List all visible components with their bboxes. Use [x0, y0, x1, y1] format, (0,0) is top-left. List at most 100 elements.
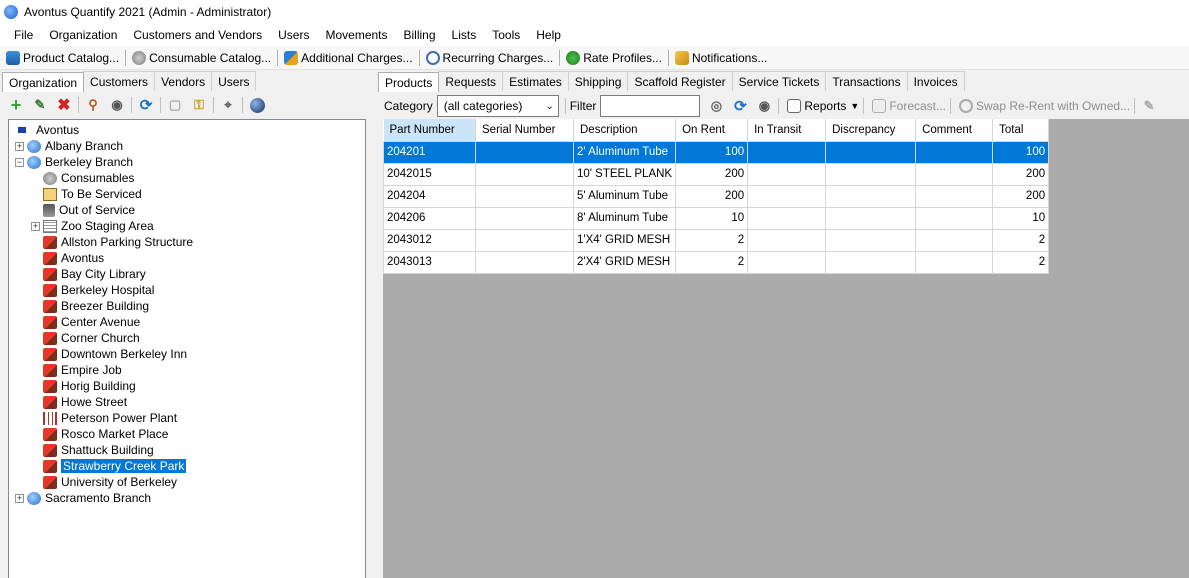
tree-item[interactable]: Howe Street [43, 394, 127, 410]
reports-button[interactable]: Reports ▼ [783, 99, 863, 113]
tree-item-selected[interactable]: Strawberry Creek Park [43, 458, 187, 474]
filter-input[interactable] [600, 95, 701, 117]
column-header-description[interactable]: Description [573, 119, 677, 142]
forecast-button[interactable]: Forecast... [868, 99, 950, 113]
tree-item[interactable]: Rosco Market Place [43, 426, 168, 442]
tab-users[interactable]: Users [211, 71, 257, 91]
product-catalog-button[interactable]: Product Catalog... [2, 50, 123, 65]
tree-item[interactable]: Avontus [43, 250, 104, 266]
recurring-charges-button[interactable]: Recurring Charges... [422, 50, 558, 65]
column-header-in-transit[interactable]: In Transit [747, 119, 827, 142]
tree-item-sacramento-branch[interactable]: + Sacramento Branch [15, 490, 151, 506]
rate-profiles-button[interactable]: Rate Profiles... [562, 50, 666, 65]
jobsite-icon [43, 331, 57, 345]
search-options-icon[interactable]: ◎ [706, 97, 726, 115]
jobsite-icon [43, 363, 57, 377]
notes-icon[interactable]: ▢ [165, 96, 185, 114]
table-row-selected[interactable]: 204201 2' Aluminum Tube 100 100 [383, 140, 1050, 164]
tree-item[interactable]: University of Berkeley [43, 474, 177, 490]
tab-organization[interactable]: Organization [2, 72, 85, 92]
tree-item[interactable]: Shattuck Building [43, 442, 154, 458]
column-header-comment[interactable]: Comment [915, 119, 994, 142]
jobsite-icon [43, 443, 57, 457]
tree-item[interactable]: Bay City Library [43, 266, 146, 282]
tree-item[interactable]: To Be Serviced [43, 186, 142, 202]
consumable-catalog-button[interactable]: Consumable Catalog... [128, 50, 275, 65]
refresh-icon[interactable]: ⟳ [730, 97, 750, 115]
tab-shipping[interactable]: Shipping [567, 71, 629, 91]
expand-icon[interactable]: + [15, 493, 24, 503]
menu-help[interactable]: Help [528, 28, 569, 42]
column-header-on-rent[interactable]: On Rent [675, 119, 749, 142]
key-icon[interactable]: ⚿ [189, 96, 209, 114]
tab-scaffold-register[interactable]: Scaffold Register [627, 71, 733, 91]
table-row[interactable]: 2043012 1'X4' GRID MESH 2 2 [383, 228, 1050, 252]
tab-transactions[interactable]: Transactions [825, 71, 908, 91]
tab-invoices[interactable]: Invoices [906, 71, 965, 91]
cell-on-rent: 10 [675, 206, 749, 230]
table-row[interactable]: 2042015 10' STEEL PLANK 200 200 [383, 162, 1050, 186]
tree-item[interactable]: Berkeley Hospital [43, 282, 154, 298]
tree-item[interactable]: + Zoo Staging Area [31, 218, 154, 234]
dropdown-arrow-icon: ▼ [850, 101, 860, 111]
swap-rerent-button[interactable]: Swap Re-Rent with Owned... [955, 99, 1134, 113]
tree-item[interactable]: Center Avenue [43, 314, 140, 330]
expand-icon[interactable]: + [31, 221, 40, 231]
tree-item[interactable]: Empire Job [43, 362, 122, 378]
organization-tree[interactable]: Avontus + Albany Branch − Berkeley Branch … [8, 119, 366, 578]
tree-item[interactable]: Horig Building [43, 378, 136, 394]
tab-products[interactable]: Products [378, 72, 440, 92]
tree-item[interactable]: Breezer Building [43, 298, 149, 314]
menu-tools[interactable]: Tools [484, 28, 528, 42]
table-row[interactable]: 204204 5' Aluminum Tube 200 200 [383, 184, 1050, 208]
expand-icon[interactable]: + [15, 141, 24, 151]
notifications-button[interactable]: Notifications... [671, 50, 771, 65]
table-row[interactable]: 204206 8' Aluminum Tube 10 10 [383, 206, 1050, 230]
menu-file[interactable]: File [6, 28, 41, 42]
edit-icon[interactable]: ✎ [30, 96, 50, 114]
tree-item[interactable]: Out of Service [43, 202, 135, 218]
tree-item[interactable]: Consumables [43, 170, 134, 186]
tree-item-berkeley-branch[interactable]: − Berkeley Branch [15, 154, 133, 170]
tree-item[interactable]: Corner Church [43, 330, 140, 346]
tab-estimates[interactable]: Estimates [502, 71, 569, 91]
delete-icon[interactable]: ✖ [54, 96, 74, 114]
column-header-serial-number[interactable]: Serial Number [475, 119, 574, 142]
view-icon[interactable]: ◉ [754, 97, 774, 115]
column-header-part-number[interactable]: Part Number [383, 119, 476, 142]
find-icon[interactable]: ⚲ [83, 96, 103, 114]
jobsite-icon [43, 475, 57, 489]
menu-organization[interactable]: Organization [41, 28, 125, 42]
collapse-icon[interactable]: − [15, 157, 24, 167]
add-icon[interactable]: + [6, 95, 26, 115]
location-icon[interactable]: ⌖ [218, 96, 238, 114]
menu-movements[interactable]: Movements [317, 28, 395, 42]
tab-customers[interactable]: Customers [83, 71, 156, 91]
column-header-total[interactable]: Total [992, 119, 1050, 142]
tree-item-albany-branch[interactable]: + Albany Branch [15, 138, 123, 154]
refresh-icon[interactable]: ⟳ [136, 96, 156, 114]
toolbar-separator [778, 98, 780, 114]
tree-item[interactable]: Allston Parking Structure [43, 234, 193, 250]
menu-customers-vendors[interactable]: Customers and Vendors [125, 28, 270, 42]
chevron-down-icon: ⌄ [545, 100, 554, 112]
table-row[interactable]: 2043013 2'X4' GRID MESH 2 2 [383, 250, 1050, 274]
globe-icon[interactable] [247, 96, 267, 114]
tab-service-tickets[interactable]: Service Tickets [731, 71, 827, 91]
cell-serial-number [475, 228, 574, 252]
tab-requests[interactable]: Requests [438, 71, 504, 91]
view-icon[interactable]: ◉ [107, 96, 127, 114]
menu-billing[interactable]: Billing [396, 28, 444, 42]
edit-note-icon[interactable]: ✎ [1139, 97, 1159, 115]
menu-users[interactable]: Users [270, 28, 317, 42]
column-header-discrepancy[interactable]: Discrepancy [825, 119, 917, 142]
jobsite-icon [43, 347, 57, 361]
additional-charges-button[interactable]: Additional Charges... [280, 50, 416, 65]
menu-lists[interactable]: Lists [444, 28, 485, 42]
tree-root[interactable]: Avontus [15, 122, 79, 138]
category-select[interactable]: (all categories) ⌄ [436, 95, 559, 117]
tab-vendors[interactable]: Vendors [154, 71, 213, 91]
tree-item[interactable]: Peterson Power Plant [43, 410, 177, 426]
tree-item[interactable]: Downtown Berkeley Inn [43, 346, 187, 362]
cell-part-number: 2043013 [383, 250, 476, 274]
